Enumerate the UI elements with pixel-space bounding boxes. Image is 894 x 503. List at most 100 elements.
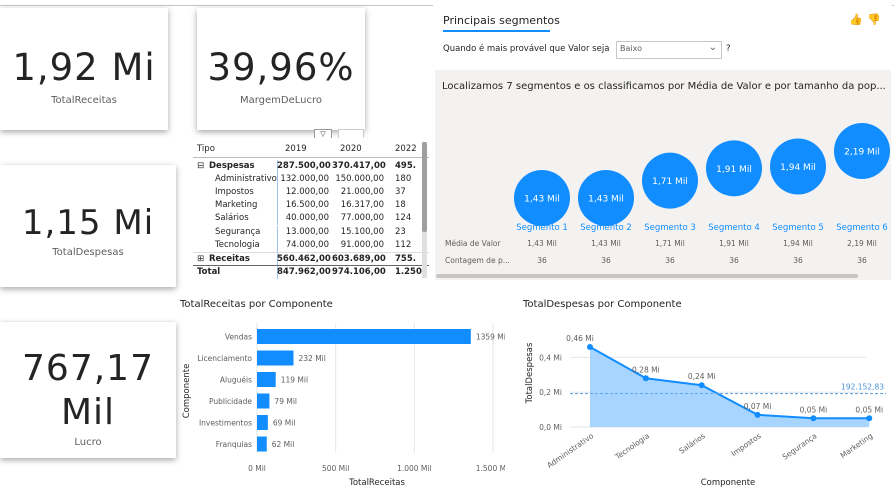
matrix-cell: 12.000,00 bbox=[285, 187, 329, 198]
header-2020[interactable]: 2020 bbox=[340, 143, 362, 156]
segment-name[interactable]: Segmento 2 bbox=[580, 223, 632, 233]
data-label: 119 Mil bbox=[281, 376, 308, 385]
category-label: Licenciamento bbox=[197, 354, 252, 363]
expand-icon[interactable]: ⊞ bbox=[197, 253, 204, 266]
segment-bubble-label: 1,43 Mil bbox=[524, 195, 560, 205]
matrix-row[interactable]: Administrativo 132.000,00 150.000,00 180 bbox=[193, 173, 429, 187]
bar[interactable] bbox=[257, 372, 276, 387]
kpi-card-total-despesas[interactable]: 1,15 Mi TotalDespesas bbox=[0, 165, 176, 287]
matrix-cell: 77.000,00 bbox=[340, 213, 384, 224]
data-point[interactable] bbox=[754, 411, 761, 418]
dropdown-value: Baixo bbox=[620, 44, 642, 53]
matrix-cell: 150.000,00 bbox=[335, 174, 384, 185]
matrix-row[interactable]: Marketing 16.500,00 16.317,00 18 bbox=[193, 199, 429, 213]
thumbs-up-icon[interactable]: 👍 bbox=[849, 13, 863, 26]
kpi-label: Lucro bbox=[74, 437, 102, 448]
matrix-cell: 847.962,00 bbox=[277, 266, 331, 277]
matrix-cell: 974.106,00 bbox=[332, 266, 386, 277]
matrix-row-label: Receitas bbox=[209, 253, 250, 264]
kpi-label: MargemDeLucro bbox=[239, 95, 323, 106]
segment-name[interactable]: Segmento 1 bbox=[516, 223, 568, 233]
kpi-value-line1: 767,17 bbox=[22, 348, 154, 389]
matrix-cell: 16.500,00 bbox=[285, 200, 329, 211]
area-fill bbox=[590, 346, 870, 427]
data-label: 69 Mil bbox=[273, 419, 296, 428]
segment-media: 1,91 Mil bbox=[719, 239, 749, 248]
matrix-row[interactable]: Salários 40.000,00 77.000,00 124 bbox=[193, 212, 429, 226]
bar[interactable] bbox=[257, 393, 270, 409]
despesas-chart-title: TotalDespesas por Componente bbox=[523, 299, 682, 310]
data-point[interactable] bbox=[866, 415, 873, 422]
x-tick-label: 0 Mil bbox=[248, 464, 266, 473]
kpi-value: 1,92 Mi bbox=[12, 46, 156, 89]
data-label: 232 Mil bbox=[299, 354, 326, 363]
data-label: 0,05 Mi bbox=[855, 405, 883, 414]
matrix-row[interactable]: Segurança 13.000,00 15.100,00 23 bbox=[193, 225, 429, 239]
bar[interactable] bbox=[257, 436, 267, 452]
segments-bubbles: 1,43 Mil Segmento 1 1,43 Mil 36 1,43 Mil Segm… bbox=[445, 123, 890, 265]
matrix-scrollbar[interactable] bbox=[422, 142, 427, 278]
x-tick-label: Impostos bbox=[730, 431, 763, 458]
category-label: Aluguéis bbox=[220, 376, 252, 385]
kpi-label: TotalDespesas bbox=[52, 247, 124, 258]
matrix-row[interactable]: ⊟ Despesas 287.500,00 370.417,00 495. bbox=[193, 160, 429, 173]
data-point[interactable] bbox=[587, 343, 593, 350]
matrix-row-label: Marketing bbox=[215, 200, 258, 211]
help-icon[interactable]: ? bbox=[726, 44, 731, 54]
matrix-row[interactable]: Total 847.962,00 974.106,00 1.250. bbox=[193, 264, 429, 279]
matrix-visual[interactable]: Tipo 2019 2020 2022 ⊟ Despesas 287.500,00 3… bbox=[193, 138, 429, 280]
segment-name[interactable]: Segmento 4 bbox=[708, 223, 760, 233]
data-point[interactable] bbox=[642, 375, 649, 382]
kpi-card-margem[interactable]: 39,96% MargemDeLucro bbox=[197, 8, 365, 130]
value-dropdown[interactable]: Baixo ⌄ bbox=[616, 41, 722, 59]
kpi-card-lucro[interactable]: 767,17 Mil Lucro bbox=[0, 322, 176, 458]
segment-name[interactable]: Segmento 5 bbox=[772, 223, 824, 233]
segment-count: 36 bbox=[665, 256, 675, 265]
segment-name[interactable]: Segmento 6 bbox=[836, 223, 888, 233]
matrix-row-label: Impostos bbox=[215, 187, 254, 198]
matrix-row-label: Tecnologia bbox=[215, 239, 260, 250]
x-tick-label: 1.000 Mil bbox=[397, 464, 432, 473]
data-label: 0,24 Mi bbox=[688, 372, 716, 381]
matrix-cell: 13.000,00 bbox=[285, 226, 329, 237]
segment-count: 36 bbox=[729, 256, 739, 265]
bar[interactable] bbox=[257, 329, 471, 344]
x-tick-label: Marketing bbox=[839, 431, 875, 460]
y-axis-title: TotalDespesas bbox=[525, 342, 535, 404]
x-tick-label: 500 Mil bbox=[322, 464, 349, 473]
segments-scrollbar[interactable] bbox=[436, 274, 858, 278]
header-2019[interactable]: 2019 bbox=[285, 143, 307, 156]
header-tipo[interactable]: Tipo bbox=[197, 143, 215, 156]
thumbs-down-icon[interactable]: 👎 bbox=[867, 13, 881, 26]
segment-count: 36 bbox=[601, 256, 611, 265]
header-2022[interactable]: 2022 bbox=[395, 143, 417, 156]
segment-name[interactable]: Segmento 3 bbox=[644, 223, 696, 233]
x-tick-label: Segurança bbox=[781, 431, 819, 461]
kpi-value: 39,96% bbox=[207, 46, 355, 89]
tab-underline bbox=[443, 30, 550, 32]
segment-count: 36 bbox=[793, 256, 803, 265]
data-label: 0,46 Mi bbox=[566, 334, 594, 343]
segment-count: 36 bbox=[537, 256, 547, 265]
y-tick-label: 0,4 Mi bbox=[539, 353, 562, 362]
segment-media: 2,19 Mil bbox=[847, 239, 877, 248]
bar[interactable] bbox=[257, 350, 294, 366]
bar[interactable] bbox=[257, 415, 268, 430]
matrix-row-label: Total bbox=[197, 266, 221, 277]
matrix-row[interactable]: Tecnologia 74.000,00 91.000,00 112 bbox=[193, 238, 429, 252]
y-axis-title: Componente bbox=[182, 364, 192, 419]
matrix-cell: 91.000,00 bbox=[340, 239, 384, 250]
matrix-cell: 21.000,00 bbox=[340, 187, 384, 198]
category-label: Vendas bbox=[225, 333, 252, 342]
tab-principais-segmentos[interactable]: Principais segmentos bbox=[443, 14, 560, 27]
data-point[interactable] bbox=[698, 382, 705, 389]
matrix-row[interactable]: ⊞ Receitas 560.462,00 603.689,00 755. bbox=[193, 251, 429, 266]
data-point[interactable] bbox=[810, 415, 817, 422]
data-label: 0,07 Mi bbox=[744, 402, 772, 411]
matrix-row[interactable]: Impostos 12.000,00 21.000,00 37 bbox=[193, 186, 429, 200]
segment-media: 1,71 Mil bbox=[655, 239, 685, 248]
matrix-cell: 40.000,00 bbox=[285, 213, 329, 224]
kpi-card-total-receitas[interactable]: 1,92 Mi TotalReceitas bbox=[0, 8, 168, 130]
collapse-icon[interactable]: ⊟ bbox=[197, 160, 204, 173]
data-label: 0,05 Mi bbox=[800, 405, 828, 414]
